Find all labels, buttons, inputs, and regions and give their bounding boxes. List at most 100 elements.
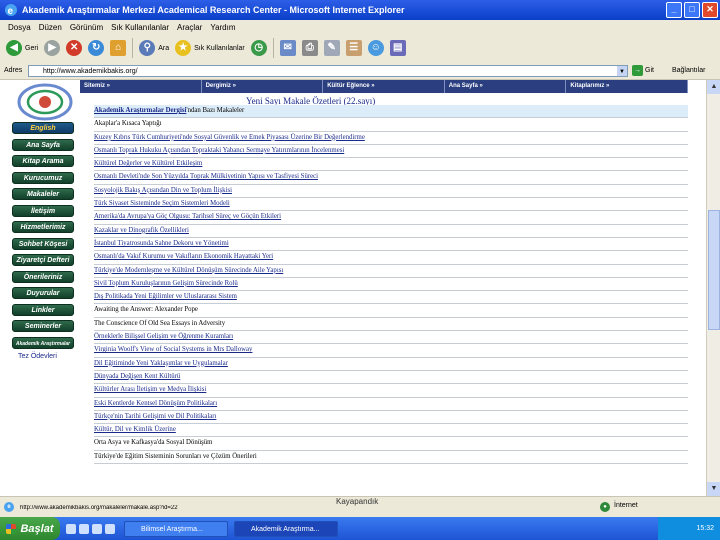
article-link[interactable]: Dil Eğitiminde Yeni Yaklaşımlar ve Uygul…: [94, 360, 228, 367]
go-button[interactable]: → Git: [632, 65, 654, 76]
article-link[interactable]: Akademik Araştırmalar Dergisi: [94, 107, 186, 114]
messenger-button[interactable]: ☺: [367, 40, 384, 56]
taskbar-item-2[interactable]: Akademik Araştırma...: [234, 520, 338, 537]
edit-button[interactable]: ✎: [323, 40, 340, 56]
nav-site[interactable]: Sitemiz »: [80, 80, 202, 93]
sidebar-item-seminars[interactable]: Seminerler: [12, 320, 74, 332]
article-list: Akademik Araştırmalar Dergisi'ndan Bazı …: [94, 105, 688, 465]
scroll-down-arrow-icon[interactable]: ▼: [707, 482, 720, 496]
menu-favorites[interactable]: Sık Kullanılanlar: [111, 23, 169, 32]
article-link[interactable]: Türkiye'de Modernleşme ve Kültürel Dönüş…: [94, 267, 283, 274]
quicklaunch-desktop-icon[interactable]: [79, 523, 89, 534]
article-link[interactable]: Kuzey Kıbrıs Türk Cumhuriyeti'nde Sosyal…: [94, 134, 365, 141]
quicklaunch-ie-icon[interactable]: [66, 523, 76, 534]
sidebar-item-suggestions[interactable]: Önerileriniz: [12, 270, 74, 283]
stop-button[interactable]: ✕: [66, 40, 83, 56]
sidebar-item-announcements[interactable]: Duyurular: [12, 287, 74, 299]
article-link[interactable]: Türk Siyaset Sisteminde Seçim Sistemleri…: [94, 200, 230, 207]
top-navigation: Sitemiz » Dergimiz » Kültür Eğlence » An…: [80, 80, 688, 93]
scroll-up-arrow-icon[interactable]: ▲: [707, 80, 720, 94]
sidebar-item-center[interactable]: Akademik Araştırmalar Merkezi: [12, 336, 74, 359]
vertical-scrollbar[interactable]: ▲ ▼: [706, 80, 720, 496]
sidebar-item-services[interactable]: Hizmetlerimiz: [12, 221, 74, 233]
table-row: The Conscience Of Old Sea Essays in Adve…: [94, 318, 688, 332]
edit-icon: ✎: [323, 40, 340, 56]
table-row: Kazaklar ve Dinografik Özellikleri: [94, 225, 688, 238]
article-link[interactable]: Osmanlı Toprak Hukuku Açısından Toprakta…: [94, 147, 344, 154]
table-row: Osmanlı Devleti'nde Son Yüzyılda Toprak …: [94, 171, 688, 185]
minimize-button[interactable]: _: [666, 2, 682, 18]
article-link[interactable]: Awaiting the Answer: Alexander Pope: [94, 306, 198, 313]
article-link[interactable]: Eski Kentlerde Kentsel Dönüşüm Politikal…: [94, 400, 217, 407]
menu-tools[interactable]: Araçlar: [177, 23, 202, 32]
forward-button[interactable]: ▶: [44, 40, 61, 56]
menu-help[interactable]: Yardım: [210, 23, 235, 32]
start-button[interactable]: Başlat: [0, 517, 60, 540]
menu-file[interactable]: Dosya: [8, 23, 31, 32]
article-link[interactable]: Sosyolojik Bakış Açısından Din ve Toplum…: [94, 187, 232, 194]
article-link[interactable]: Kültürler Arası İletişim ve Medya İlişki…: [94, 386, 206, 393]
maximize-button[interactable]: □: [684, 2, 700, 18]
table-row: Kültürel Değerler ve Kültürel Etkileşim: [94, 158, 688, 172]
sidebar-thesis-link[interactable]: Tez Ödevleri: [18, 353, 76, 360]
address-input[interactable]: http://www.akademikbakis.org/ ▼: [28, 64, 628, 77]
close-button[interactable]: ✕: [702, 2, 718, 18]
table-row: Dil Eğitiminde Yeni Yaklaşımlar ve Uygul…: [94, 358, 688, 371]
quicklaunch-folder-icon[interactable]: [105, 523, 115, 534]
sidebar-item-founder[interactable]: Kurucumuz: [12, 171, 74, 184]
refresh-button[interactable]: ↻: [88, 40, 105, 56]
article-link[interactable]: Osmanlı Devleti'nde Son Yüzyılda Toprak …: [94, 173, 318, 180]
article-link[interactable]: Dış Politikada Yeni Eğilimler ve Uluslar…: [94, 293, 237, 300]
links-button[interactable]: Bağlantılar: [672, 67, 705, 74]
article-link[interactable]: Dünyada Değişen Kent Kültürü: [94, 373, 180, 380]
address-bar: Adres http://www.akademikbakis.org/ ▼ → …: [0, 62, 720, 80]
taskbar-item-1[interactable]: Bilimsel Araştırma...: [124, 520, 228, 537]
table-row: Dünyada Değişen Kent Kültürü: [94, 371, 688, 385]
discuss-button[interactable]: ☰: [345, 40, 362, 56]
menu-edit[interactable]: Düzen: [39, 23, 62, 32]
history-button[interactable]: ◷: [250, 40, 267, 56]
nav-journal[interactable]: Dergimiz »: [202, 80, 324, 93]
sidebar-item-guestbook[interactable]: Ziyaretçi Defteri: [12, 254, 74, 266]
sidebar-item-book-search[interactable]: Kitap Arama: [12, 155, 74, 167]
research-button[interactable]: ▤: [389, 40, 406, 56]
mail-button[interactable]: ✉: [279, 40, 296, 56]
home-icon: ⌂: [110, 40, 127, 56]
print-button[interactable]: ⎙: [301, 40, 318, 56]
article-link[interactable]: The Conscience Of Old Sea Essays in Adve…: [94, 320, 225, 327]
article-link[interactable]: Amerika'da Avrupa'ya Göç Olgusu: Tarihse…: [94, 213, 281, 220]
nav-culture[interactable]: Kültür Eğlence »: [323, 80, 445, 93]
menu-view[interactable]: Görünüm: [70, 23, 103, 32]
article-link[interactable]: Türkçe'nin Tarihi Gelişimi ve Dil Politi…: [94, 413, 216, 420]
nav-home[interactable]: Ana Sayfa »: [445, 80, 567, 93]
sidebar-item-links[interactable]: Linkler: [12, 303, 74, 316]
article-link[interactable]: Osmanlı'da Vakıf Kurumu ve Vakıfların Ek…: [94, 253, 273, 260]
scroll-thumb[interactable]: [708, 210, 720, 330]
sidebar-item-articles[interactable]: Makaleler: [12, 188, 74, 200]
article-link[interactable]: Akaplar'a Kısaca Yaptığı: [94, 120, 161, 127]
favorites-button[interactable]: ★ Sık Kullanılanlar: [175, 40, 245, 56]
back-arrow-icon: ◀: [6, 40, 22, 56]
article-link[interactable]: Sivil Toplum Kuruluşlarının Gelişim Süre…: [94, 280, 238, 287]
article-link[interactable]: İstanbul Tiyatrosunda Sahne Dekoru ve Yö…: [94, 240, 229, 247]
article-link[interactable]: Kazaklar ve Dinografik Özellikleri: [94, 227, 189, 234]
article-link[interactable]: Türkiye'de Eğitim Sisteminin Sorunları v…: [94, 453, 257, 460]
article-link[interactable]: Örneklerle Bilişsel Gelişim ve Öğrenme K…: [94, 333, 233, 340]
article-link[interactable]: Orta Asya ve Kafkasya'da Sosyal Dönüşüm: [94, 439, 212, 446]
chevron-down-icon[interactable]: ▼: [617, 65, 627, 76]
table-row: Örneklerle Bilişsel Gelişim ve Öğrenme K…: [94, 331, 688, 345]
search-button[interactable]: ⚲ Ara: [139, 40, 169, 56]
nav-books[interactable]: Kitaplarımız »: [566, 80, 688, 93]
sidebar-item-chat[interactable]: Sohbet Köşesi: [12, 237, 74, 250]
home-button[interactable]: ⌂: [110, 40, 127, 56]
article-link[interactable]: Kültür, Dil ve Kimlik Üzerine: [94, 426, 176, 433]
sidebar-item-contact[interactable]: İletişim: [12, 204, 74, 217]
sidebar-item-home[interactable]: Ana Sayfa: [12, 138, 74, 151]
quicklaunch-media-icon[interactable]: [92, 523, 102, 534]
article-link[interactable]: Kültürel Değerler ve Kültürel Etkileşim: [94, 160, 202, 167]
system-tray: 15:32: [658, 517, 720, 540]
article-link[interactable]: Virginia Woolf's View of Social Systems …: [94, 346, 252, 353]
sidebar-item-english[interactable]: English: [12, 122, 74, 134]
article-suffix: 'ndan Bazı Makaleler: [186, 107, 245, 114]
back-button[interactable]: ◀ Geri: [6, 40, 38, 56]
